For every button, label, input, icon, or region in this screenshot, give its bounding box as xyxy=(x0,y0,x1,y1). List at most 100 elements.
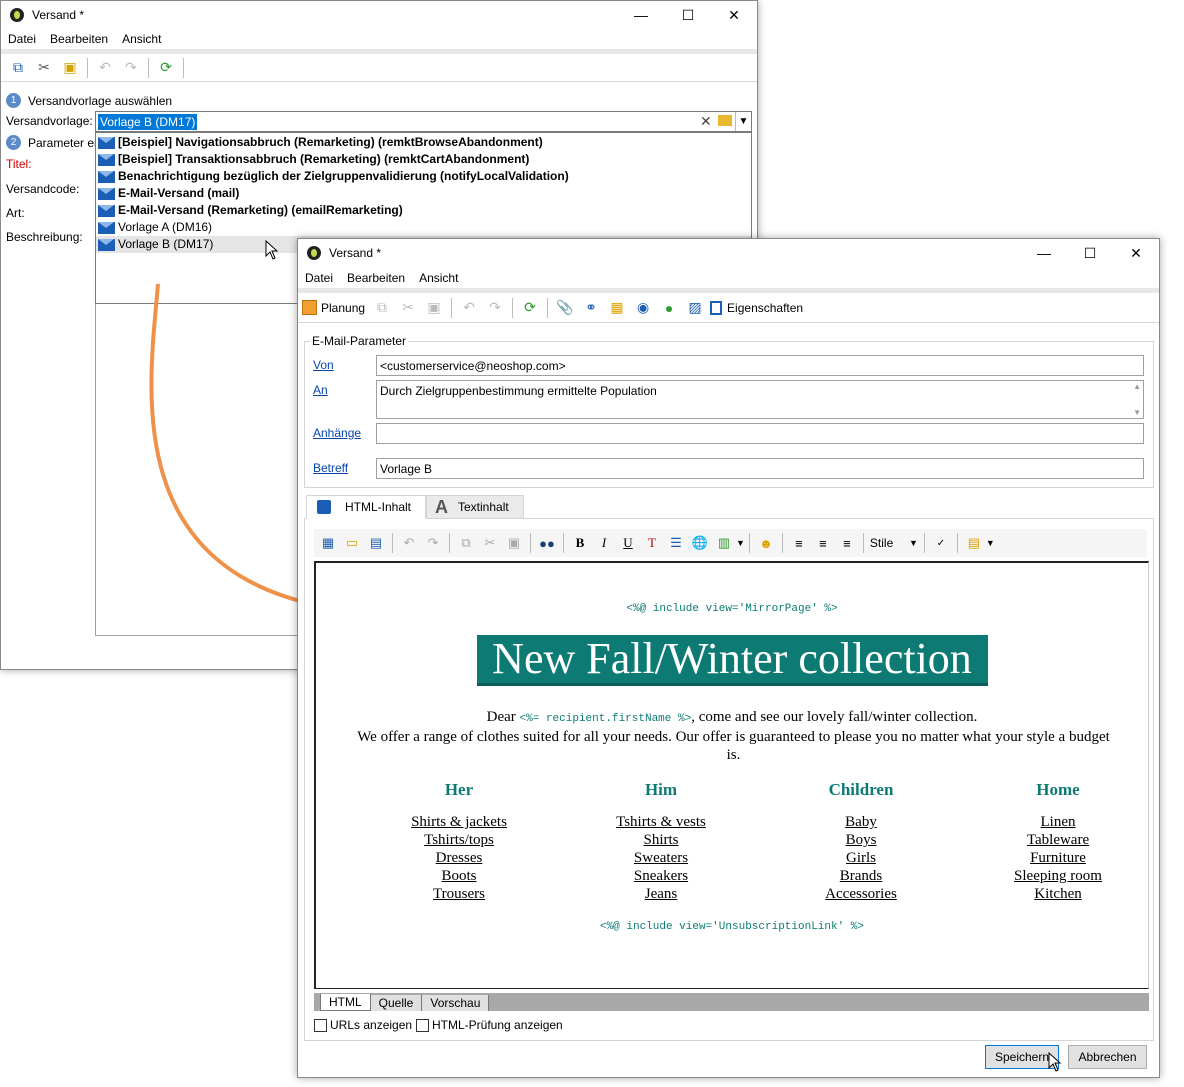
category-link[interactable]: Furniture xyxy=(958,849,1148,867)
mode-tab-vorschau[interactable]: Vorschau xyxy=(422,995,490,1011)
cut-icon[interactable]: ✂ xyxy=(478,532,502,554)
include-unsubscribe: <%@ include view='UnsubscriptionLink' %> xyxy=(599,921,865,933)
anhaenge-field[interactable] xyxy=(376,423,1144,444)
category-link[interactable]: Tshirts/tops xyxy=(359,831,559,849)
von-field[interactable]: <customerservice@neoshop.com> xyxy=(376,355,1144,376)
bold-icon[interactable]: B xyxy=(568,532,592,554)
category-link[interactable]: Kitchen xyxy=(958,885,1148,903)
category-link[interactable]: Sleeping room xyxy=(958,867,1148,885)
mode-tab-quelle[interactable]: Quelle xyxy=(370,995,423,1011)
clear-format-icon[interactable]: T xyxy=(640,532,664,554)
insert-link-icon[interactable]: 🌐 xyxy=(688,532,712,554)
align-left-icon[interactable]: ≡ xyxy=(787,532,811,554)
category-link[interactable]: Girls xyxy=(761,849,961,867)
category-link[interactable]: Sweaters xyxy=(561,849,761,867)
menu-bearbeiten[interactable]: Bearbeiten xyxy=(340,271,412,285)
minimize-icon[interactable]: — xyxy=(1021,239,1067,267)
category-link[interactable]: Tableware xyxy=(958,831,1148,849)
eigenschaften-button[interactable]: Eigenschaften xyxy=(710,300,803,315)
gift-icon[interactable]: ▦ xyxy=(606,297,628,319)
insert-field-icon[interactable]: ▤ xyxy=(962,532,986,554)
chevron-down-icon: ▼ xyxy=(909,538,918,548)
undo-icon[interactable]: ↶ xyxy=(397,532,421,554)
group-label: E-Mail-Parameter xyxy=(310,334,409,348)
delivery-icon[interactable]: ▨ xyxy=(684,297,706,319)
column-him: Him Tshirts & vests Shirts Sweaters Snea… xyxy=(561,779,761,903)
category-link[interactable]: Dresses xyxy=(359,849,559,867)
an-link[interactable]: An xyxy=(313,383,328,397)
urls-checkbox-box[interactable] xyxy=(314,1018,327,1032)
category-link[interactable]: Shirts & jackets xyxy=(359,813,559,831)
link-icon[interactable]: ⚭ xyxy=(580,297,602,319)
category-link[interactable]: Trousers xyxy=(359,885,559,903)
von-link[interactable]: Von xyxy=(313,358,334,372)
category-link[interactable]: Boots xyxy=(359,867,559,885)
category-link[interactable]: Linen xyxy=(958,813,1148,831)
tab-html-inhalt[interactable]: HTML-Inhalt xyxy=(306,495,427,519)
refresh-icon[interactable]: ⟳ xyxy=(519,297,541,319)
proof-icon[interactable]: ● xyxy=(658,297,680,319)
app-icon xyxy=(307,246,321,260)
mode-tab-html[interactable]: HTML xyxy=(320,994,371,1011)
insert-field-dropdown-icon[interactable]: ▼ xyxy=(986,538,995,548)
anhaenge-link[interactable]: Anhänge xyxy=(313,426,361,440)
title-bar: Versand * — ☐ ✕ xyxy=(298,239,1159,267)
copy-icon[interactable]: ⧉ xyxy=(371,297,393,319)
html-editor-area[interactable]: <%@ include view='MirrorPage' %> New Fal… xyxy=(314,561,1149,989)
category-link[interactable]: Sneakers xyxy=(561,867,761,885)
text-content-icon: A xyxy=(435,496,448,517)
menu-bar: Datei Bearbeiten Ansicht xyxy=(298,268,1159,288)
category-link[interactable]: Shirts xyxy=(561,831,761,849)
scroll-up-icon[interactable]: ▲ xyxy=(1133,382,1141,391)
html-content-icon xyxy=(317,500,331,514)
category-link[interactable]: Brands xyxy=(761,867,961,885)
bullet-list-icon[interactable]: ☰ xyxy=(664,532,688,554)
column-title: Children xyxy=(828,780,894,799)
align-center-icon[interactable]: ≡ xyxy=(811,532,835,554)
open-folder-icon[interactable]: ▭ xyxy=(340,532,364,554)
html-check-checkbox[interactable]: HTML-Prüfung anzeigen xyxy=(416,1018,563,1032)
an-field[interactable]: Durch Zielgruppenbestimmung ermittelte P… xyxy=(376,380,1144,419)
menu-ansicht[interactable]: Ansicht xyxy=(412,271,465,285)
planung-button[interactable]: Planung xyxy=(302,300,365,315)
find-icon[interactable]: ●● xyxy=(535,532,559,554)
paste-icon[interactable]: ▣ xyxy=(423,297,445,319)
cancel-button[interactable]: Abbrechen xyxy=(1068,1045,1147,1069)
html-check-checkbox-box[interactable] xyxy=(416,1018,429,1032)
insert-image-icon[interactable]: ▥ xyxy=(712,532,736,554)
style-dropdown[interactable]: Stile ▼ xyxy=(868,536,920,550)
save-icon[interactable]: ▤ xyxy=(364,532,388,554)
target-icon[interactable]: ◉ xyxy=(632,297,654,319)
redo-icon[interactable]: ↷ xyxy=(484,297,506,319)
copy-icon[interactable]: ⧉ xyxy=(454,532,478,554)
underline-icon[interactable]: U xyxy=(616,532,640,554)
redo-icon[interactable]: ↷ xyxy=(421,532,445,554)
betreff-field[interactable]: Vorlage B xyxy=(376,458,1144,479)
emoji-icon[interactable]: ☻ xyxy=(754,532,778,554)
image-dropdown-icon[interactable]: ▼ xyxy=(736,538,745,548)
close-icon[interactable]: ✕ xyxy=(1113,239,1159,267)
italic-icon[interactable]: I xyxy=(592,532,616,554)
spellcheck-icon[interactable]: ✓ xyxy=(929,532,953,554)
scroll-down-icon[interactable]: ▼ xyxy=(1133,408,1141,417)
undo-icon[interactable]: ↶ xyxy=(458,297,480,319)
category-link[interactable]: Accessories xyxy=(761,885,961,903)
category-link[interactable]: Tshirts & vests xyxy=(561,813,761,831)
maximize-icon[interactable]: ☐ xyxy=(1067,239,1113,267)
attachment-icon[interactable]: 📎 xyxy=(554,297,576,319)
cut-icon[interactable]: ✂ xyxy=(397,297,419,319)
category-link[interactable]: Boys xyxy=(761,831,961,849)
window-versand-front: Versand * — ☐ ✕ Datei Bearbeiten Ansicht… xyxy=(297,238,1160,1078)
menu-datei[interactable]: Datei xyxy=(298,271,340,285)
window-title: Versand * xyxy=(329,246,382,260)
paste-icon[interactable]: ▣ xyxy=(502,532,526,554)
headline: New Fall/Winter collection xyxy=(476,635,988,686)
column-title: Him xyxy=(644,780,678,799)
new-content-icon[interactable]: ▦ xyxy=(316,532,340,554)
align-right-icon[interactable]: ≡ xyxy=(835,532,859,554)
urls-checkbox[interactable]: URLs anzeigen xyxy=(314,1018,412,1032)
tab-textinhalt[interactable]: A Textinhalt xyxy=(426,495,524,519)
category-link[interactable]: Jeans xyxy=(561,885,761,903)
betreff-link[interactable]: Betreff xyxy=(313,461,348,475)
category-link[interactable]: Baby xyxy=(761,813,961,831)
